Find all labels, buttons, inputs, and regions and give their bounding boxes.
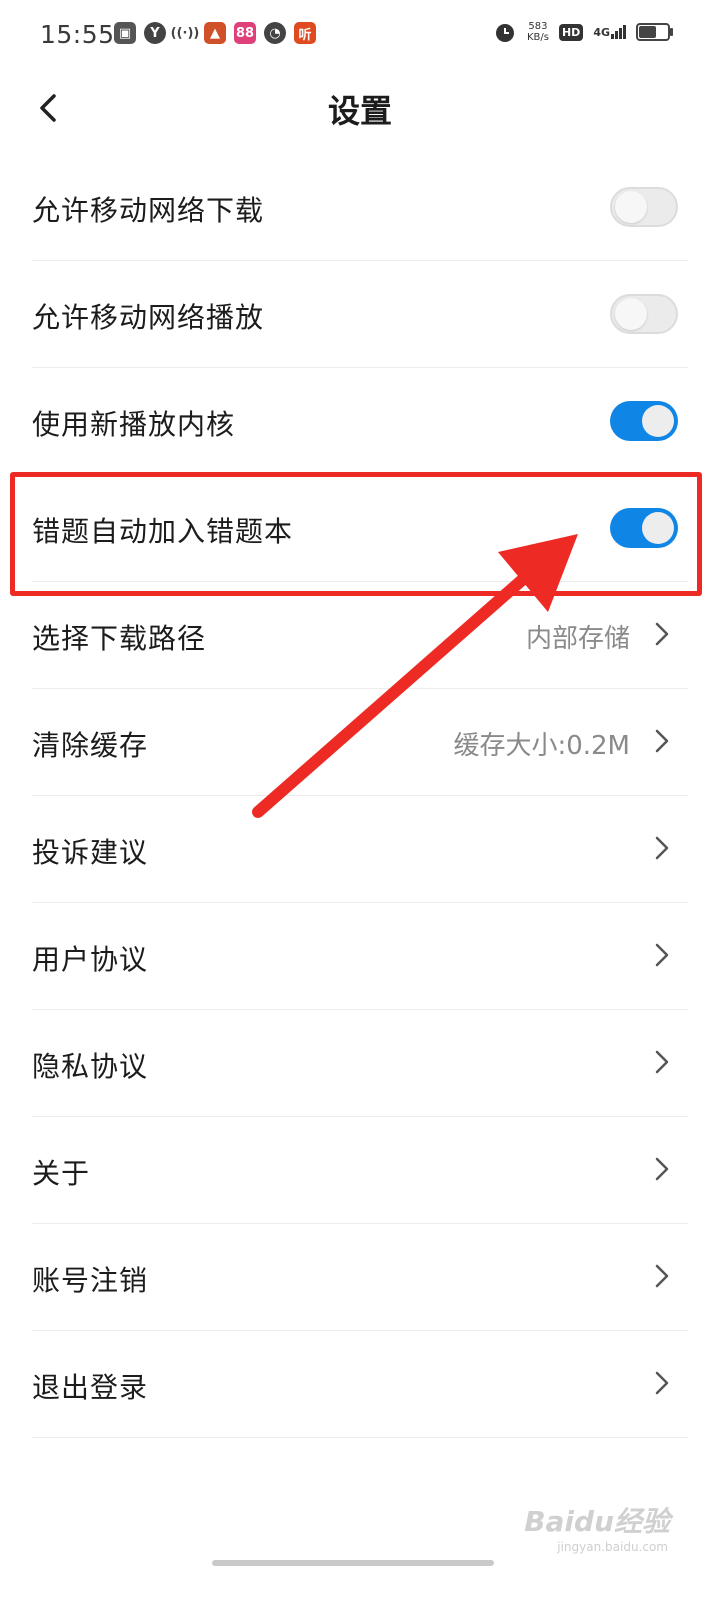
video-icon: ▣ xyxy=(114,22,136,44)
chevron-right-icon xyxy=(655,1371,669,1395)
row-label: 允许移动网络播放 xyxy=(32,301,265,334)
cake-icon: ▲ xyxy=(204,22,226,44)
net-speed: 583 KB/s xyxy=(526,21,549,43)
setting-mobile-download: 允许移动网络下载 xyxy=(32,154,688,261)
hotspot-icon: ((·)) xyxy=(170,25,200,41)
alarm-icon xyxy=(495,24,514,42)
chevron-right-icon xyxy=(655,836,669,860)
chevron-right-icon xyxy=(655,1050,669,1074)
row-value: 内部存储 xyxy=(525,624,630,654)
setting-feedback[interactable]: 投诉建议 xyxy=(32,796,688,903)
status-time: 15:55 xyxy=(40,20,115,49)
annotation-highlight-box xyxy=(10,472,702,596)
grid-app-icon: 88 xyxy=(234,22,256,44)
watermark-logo: Baidu经验 xyxy=(524,1505,670,1538)
setting-mobile-play: 允许移动网络播放 xyxy=(32,261,688,368)
app-header: 设置 xyxy=(0,72,720,152)
hd-badge: HD xyxy=(558,23,584,41)
setting-clear-cache[interactable]: 清除缓存 缓存大小:0.2M xyxy=(32,689,688,796)
toggle-knob xyxy=(615,191,647,223)
compass-icon: ◔ xyxy=(264,22,286,44)
chevron-right-icon xyxy=(655,622,669,646)
listen-icon: 听 xyxy=(294,22,316,44)
y-icon: Y xyxy=(144,22,166,44)
setting-user-agreement[interactable]: 用户协议 xyxy=(32,903,688,1010)
row-label: 退出登录 xyxy=(32,1371,149,1404)
row-label: 账号注销 xyxy=(32,1264,149,1297)
chevron-right-icon xyxy=(655,943,669,967)
chevron-right-icon xyxy=(655,1157,669,1181)
row-label: 清除缓存 xyxy=(32,729,149,762)
toggle-knob xyxy=(642,405,674,437)
notification-icons: ▣ Y ((·)) ▲ 88 ◔ 听 xyxy=(114,22,316,44)
row-label: 允许移动网络下载 xyxy=(32,194,265,227)
setting-delete-account[interactable]: 账号注销 xyxy=(32,1224,688,1331)
home-indicator[interactable] xyxy=(212,1560,494,1566)
battery-icon xyxy=(636,23,673,41)
setting-about[interactable]: 关于 xyxy=(32,1117,688,1224)
setting-logout[interactable]: 退出登录 xyxy=(32,1331,688,1438)
mobile-play-toggle[interactable] xyxy=(610,294,678,334)
settings-list: 允许移动网络下载 允许移动网络播放 使用新播放内核 错题自动加入错题本 选择下载… xyxy=(0,154,720,1438)
row-label: 选择下载路径 xyxy=(32,622,207,655)
chevron-right-icon xyxy=(655,729,669,753)
row-value: 缓存大小:0.2M xyxy=(453,731,630,761)
row-label: 用户协议 xyxy=(32,943,149,976)
status-bar: 15:55 ▣ Y ((·)) ▲ 88 ◔ 听 583 KB/s HD 4G xyxy=(0,0,720,72)
row-label: 使用新播放内核 xyxy=(32,408,236,441)
page-title: 设置 xyxy=(327,92,392,130)
system-icons: 583 KB/s HD 4G xyxy=(493,20,673,44)
chevron-right-icon xyxy=(655,1264,669,1288)
mobile-download-toggle[interactable] xyxy=(610,187,678,227)
watermark-url: jingyan.baidu.com xyxy=(557,1540,668,1554)
signal-icon: 4G xyxy=(593,25,626,39)
setting-privacy-policy[interactable]: 隐私协议 xyxy=(32,1010,688,1117)
setting-download-path[interactable]: 选择下载路径 内部存储 xyxy=(32,582,688,689)
setting-new-player-core: 使用新播放内核 xyxy=(32,368,688,475)
toggle-knob xyxy=(615,298,647,330)
row-label: 隐私协议 xyxy=(32,1050,149,1083)
row-label: 投诉建议 xyxy=(32,836,149,869)
row-label: 关于 xyxy=(32,1157,91,1190)
new-player-core-toggle[interactable] xyxy=(610,401,678,441)
